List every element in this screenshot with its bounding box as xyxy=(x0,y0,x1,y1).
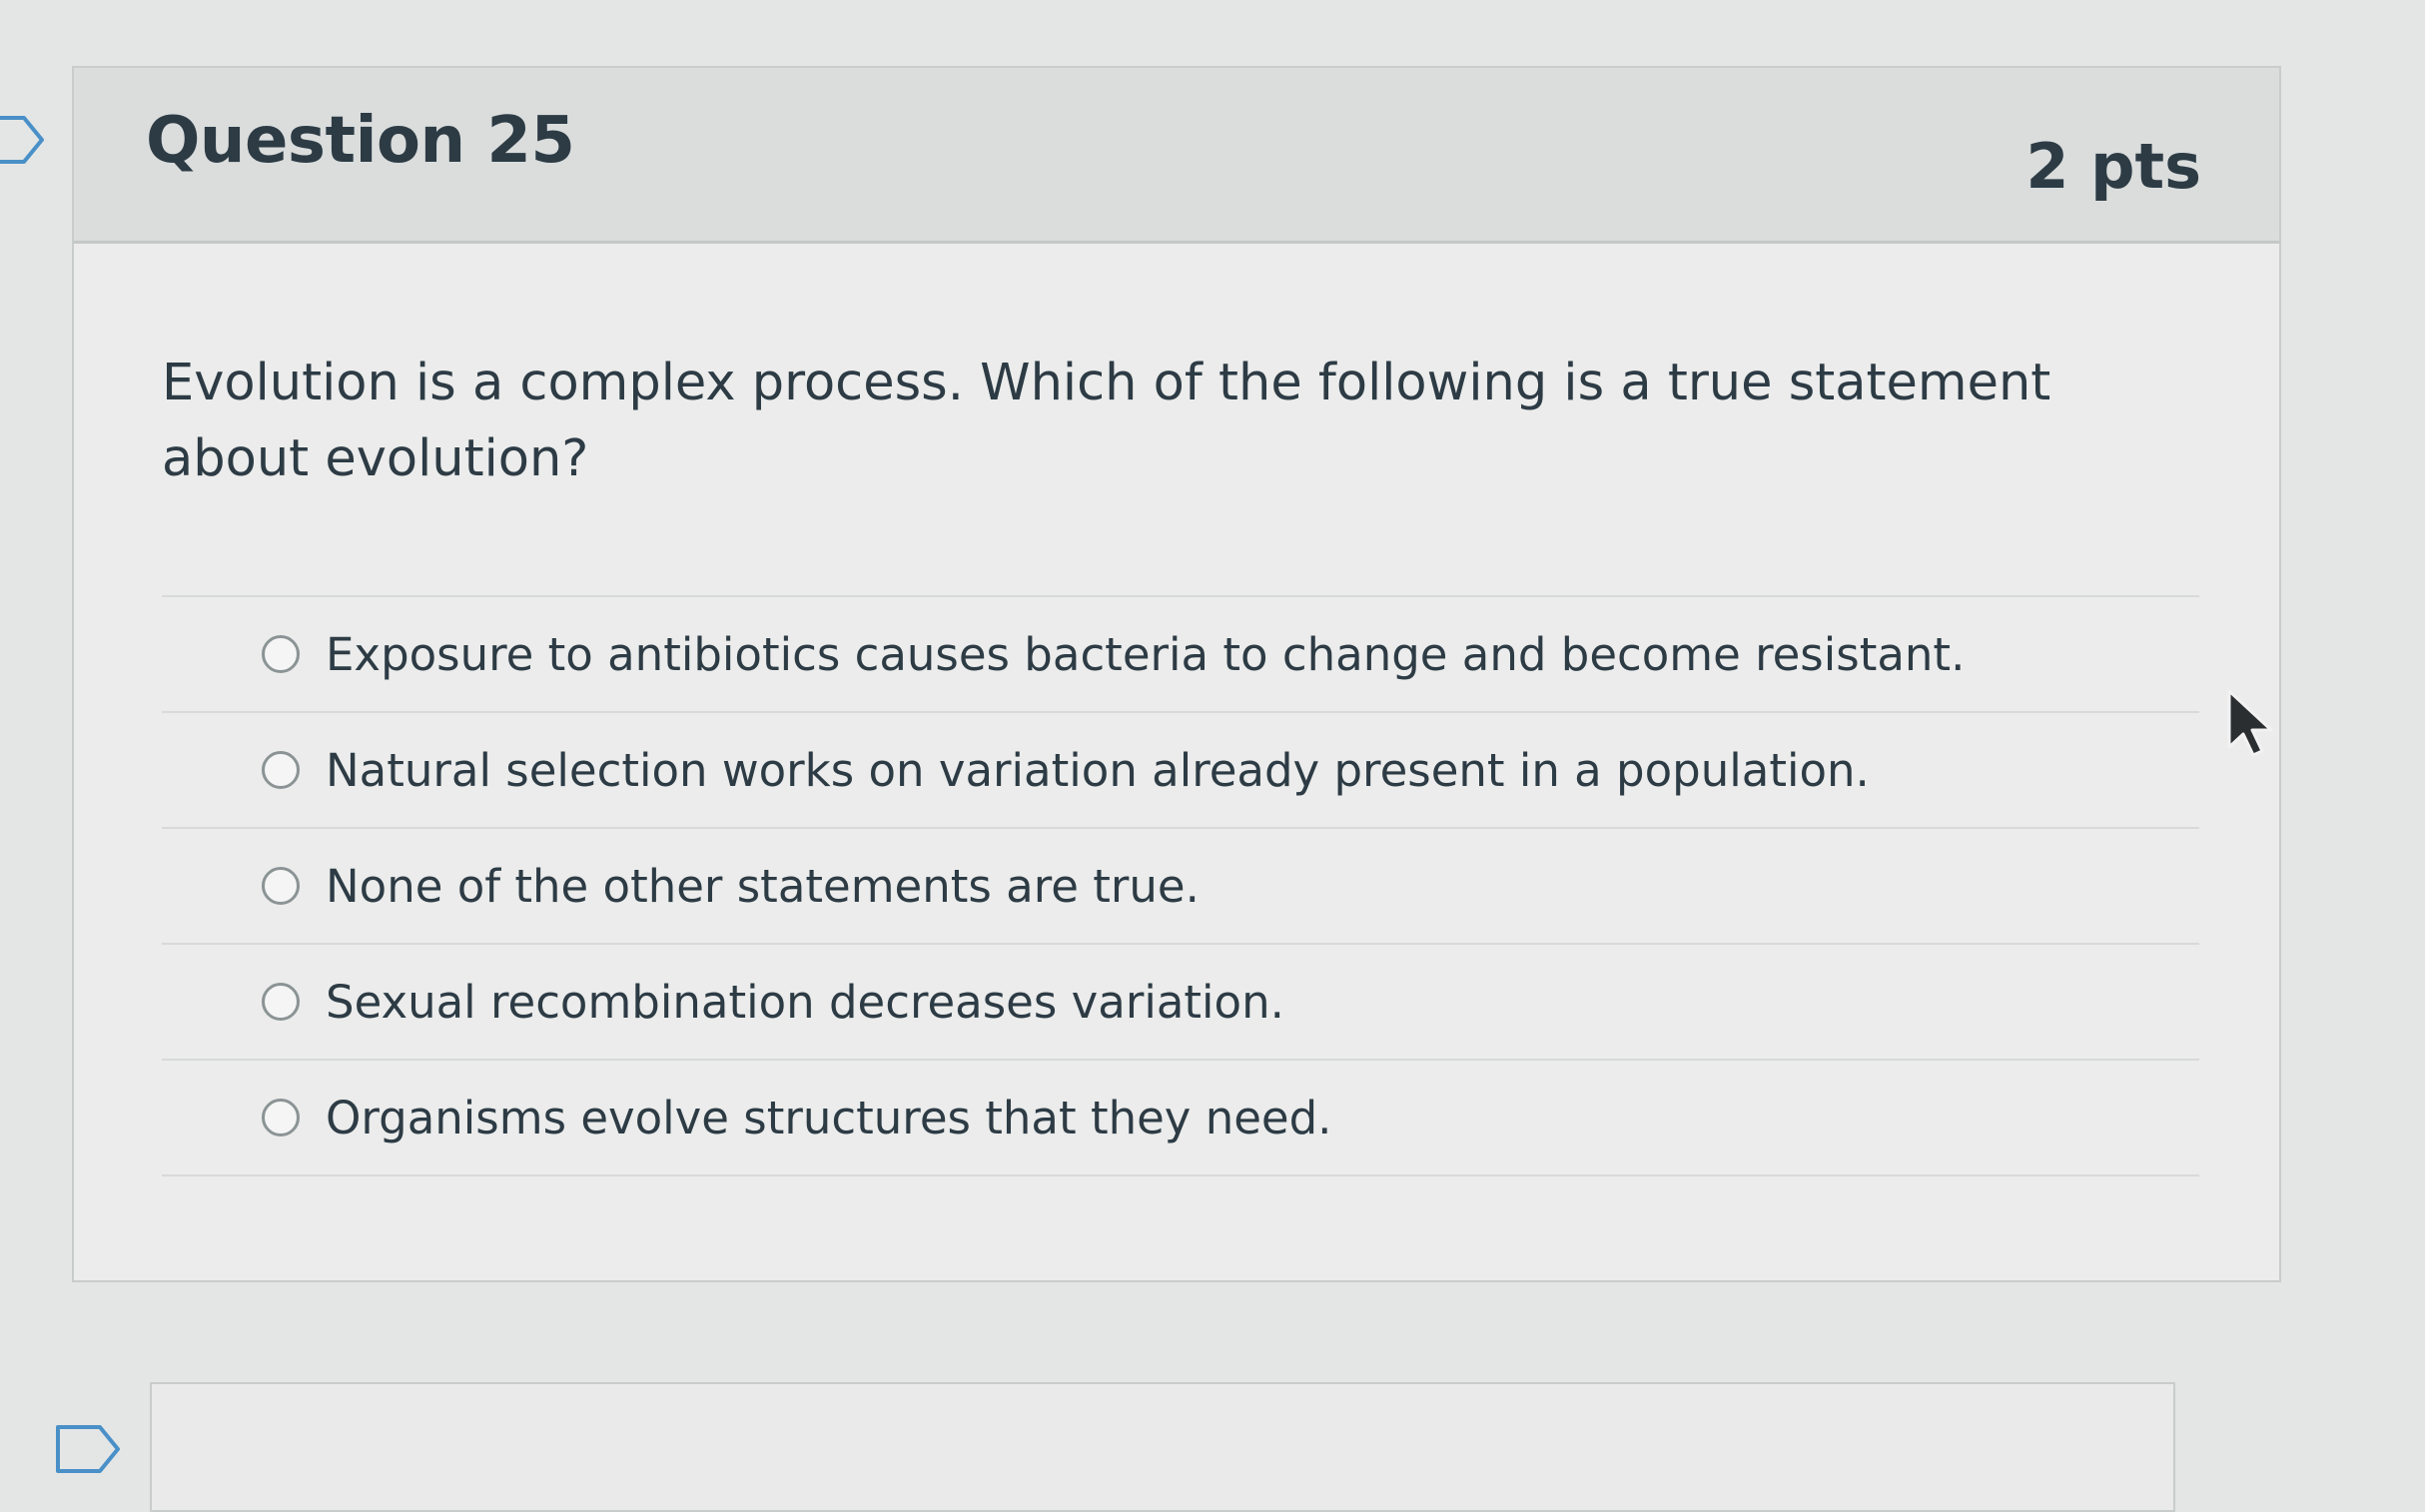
bookmark-flag-icon[interactable] xyxy=(0,114,48,166)
answer-label[interactable]: Organisms evolve structures that they ne… xyxy=(326,1092,1332,1144)
radio-unselected-icon[interactable] xyxy=(262,635,300,673)
answer-label[interactable]: Sexual recombination decreases variation… xyxy=(326,976,1284,1029)
question-title: Question 25 xyxy=(146,104,575,178)
answer-option[interactable]: Natural selection works on variation alr… xyxy=(162,713,2199,829)
answer-option[interactable]: Exposure to antibiotics causes bacteria … xyxy=(162,597,2199,713)
answer-label[interactable]: Exposure to antibiotics causes bacteria … xyxy=(326,628,1965,681)
mouse-pointer-icon xyxy=(2225,689,2279,759)
answer-option[interactable]: None of the other statements are true. xyxy=(162,829,2199,945)
answer-label[interactable]: Natural selection works on variation alr… xyxy=(326,744,1870,797)
answer-option[interactable]: Sexual recombination decreases variation… xyxy=(162,945,2199,1061)
radio-unselected-icon[interactable] xyxy=(262,1099,300,1136)
bookmark-flag-icon[interactable] xyxy=(54,1423,124,1475)
radio-unselected-icon[interactable] xyxy=(262,751,300,789)
answer-list: Exposure to antibiotics causes bacteria … xyxy=(162,595,2199,1176)
answer-label[interactable]: None of the other statements are true. xyxy=(326,860,1200,913)
question-points: 2 pts xyxy=(2025,130,2201,203)
question-header: Question 25 2 pts xyxy=(74,68,2279,244)
answer-option[interactable]: Organisms evolve structures that they ne… xyxy=(162,1061,2199,1176)
radio-unselected-icon[interactable] xyxy=(262,867,300,905)
radio-unselected-icon[interactable] xyxy=(262,983,300,1021)
next-question-card xyxy=(150,1382,2175,1512)
question-card: Question 25 2 pts Evolution is a complex… xyxy=(72,66,2281,1282)
question-text: Evolution is a complex process. Which of… xyxy=(162,354,2051,488)
